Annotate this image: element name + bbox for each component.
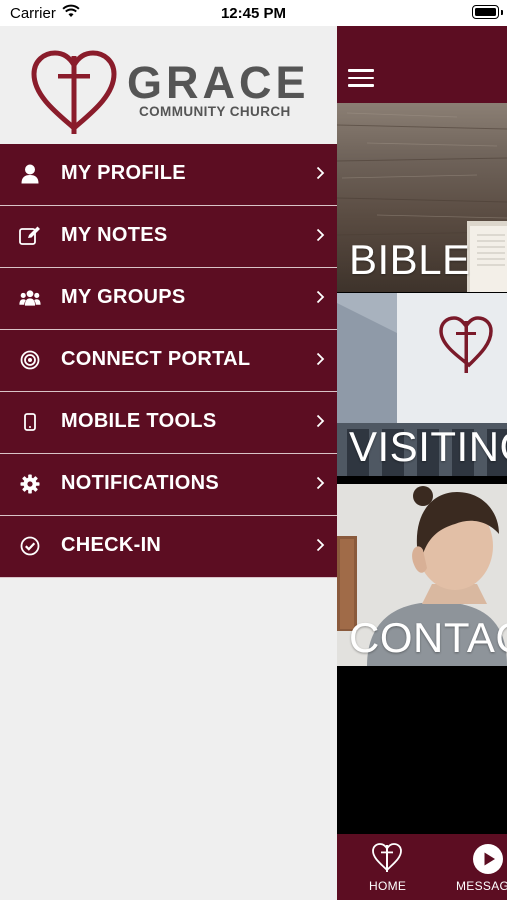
gear-icon xyxy=(19,473,41,495)
tab-home-label: HOME xyxy=(369,879,407,893)
menu-item-label: CONNECT PORTAL xyxy=(61,348,251,370)
chevron-right-icon xyxy=(316,476,325,495)
tile-label-bible: BIBLE xyxy=(349,236,471,283)
tab-home[interactable]: HOME xyxy=(357,834,417,900)
mobile-phone-icon xyxy=(19,411,41,433)
play-circle-icon xyxy=(473,844,503,874)
menu-item-label: MY GROUPS xyxy=(61,286,186,308)
menu-item-notifications[interactable]: NOTIFICATIONS xyxy=(0,454,337,516)
hamburger-menu-icon[interactable] xyxy=(348,69,374,87)
menu-item-my-groups[interactable]: MY GROUPS xyxy=(0,268,337,330)
menu-item-label: MY PROFILE xyxy=(61,162,186,184)
user-icon xyxy=(19,163,41,185)
menu-item-check-in[interactable]: CHECK-IN xyxy=(0,516,337,578)
logo-wordmark: GRACE xyxy=(127,57,310,108)
bottom-tab-bar: HOME MESSAGES xyxy=(337,834,507,900)
menu-item-label: CHECK-IN xyxy=(61,534,162,556)
church-logo: GRACE COMMUNITY CHURCH xyxy=(0,26,337,144)
chevron-right-icon xyxy=(316,538,325,557)
tab-messages-label: MESSAGES xyxy=(456,879,507,893)
chevron-right-icon xyxy=(316,352,325,371)
menu-item-label: NOTIFICATIONS xyxy=(61,472,219,494)
group-icon xyxy=(19,287,41,309)
menu-item-label: MOBILE TOOLS xyxy=(61,410,217,432)
top-app-bar xyxy=(337,26,507,103)
status-bar: Carrier 12:45 PM xyxy=(0,0,507,26)
clock: 12:45 PM xyxy=(220,5,287,22)
chevron-right-icon xyxy=(316,166,325,185)
tile-bible[interactable]: BIBLE xyxy=(337,103,507,292)
menu-item-label: MY NOTES xyxy=(61,224,168,246)
menu-item-my-notes[interactable]: MY NOTES xyxy=(0,206,337,268)
tile-contact[interactable]: CONTACT xyxy=(337,484,507,666)
home-heart-cross-icon xyxy=(372,843,402,872)
battery-icon xyxy=(472,5,503,19)
menu-item-mobile-tools[interactable]: MOBILE TOOLS xyxy=(0,392,337,454)
tile-label-visiting: VISITING xyxy=(349,423,507,470)
chevron-right-icon xyxy=(316,290,325,309)
edit-note-icon xyxy=(19,225,41,247)
chevron-right-icon xyxy=(316,228,325,247)
heart-cross-logo-icon xyxy=(31,50,117,134)
menu-item-my-profile[interactable]: MY PROFILE xyxy=(0,144,337,206)
tile-visiting[interactable]: VISITING xyxy=(337,293,507,476)
menu-item-connect-portal[interactable]: CONNECT PORTAL xyxy=(0,330,337,392)
side-drawer: GRACE COMMUNITY CHURCH MY PROFILE MY NOT… xyxy=(0,26,337,900)
check-circle-icon xyxy=(19,535,41,557)
chevron-right-icon xyxy=(316,414,325,433)
drawer-menu: MY PROFILE MY NOTES MY GROUPS CONNECT PO… xyxy=(0,144,337,578)
target-icon xyxy=(19,349,41,371)
main-content: BIBLE VISITING CONTACT xyxy=(337,26,507,900)
tab-messages[interactable]: MESSAGES xyxy=(452,834,507,900)
tile-label-contact: CONTACT xyxy=(349,614,507,661)
logo-subtitle: COMMUNITY CHURCH xyxy=(139,104,291,119)
